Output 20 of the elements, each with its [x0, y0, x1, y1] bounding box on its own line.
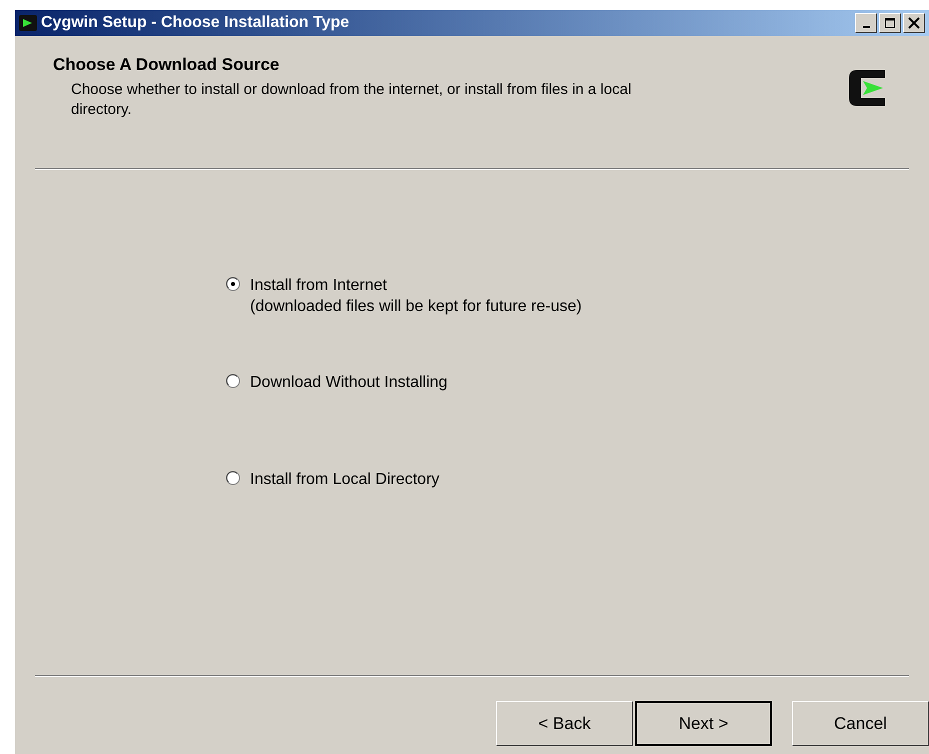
header-description: Choose whether to install or download from the internet, or install from files in a local directory.: [71, 80, 632, 120]
maximize-button[interactable]: [879, 13, 901, 33]
dialog-button[interactable]: Cancel: [792, 701, 929, 746]
minimize-button[interactable]: [855, 13, 877, 33]
minimize-icon: [862, 26, 870, 28]
option-label[interactable]: Install from Local Directory: [250, 469, 440, 490]
maximize-icon: [884, 17, 896, 29]
close-icon: [908, 17, 920, 29]
terminal-prompt-icon: [19, 15, 37, 31]
dialog-button[interactable]: Next >: [635, 701, 772, 746]
option-label[interactable]: Install from Internet: [250, 275, 582, 296]
close-button[interactable]: [903, 13, 925, 33]
dialog-button[interactable]: < Back: [496, 701, 633, 746]
radio-button[interactable]: [226, 471, 240, 485]
option-note: (downloaded files will be kept for future re-use): [250, 297, 582, 317]
window-title: Cygwin Setup - Choose Installation Type: [41, 13, 350, 33]
option-label[interactable]: Download Without Installing: [250, 372, 448, 393]
radio-button[interactable]: [226, 374, 240, 388]
radio-button[interactable]: [226, 277, 240, 291]
header-title: Choose A Download Source: [53, 54, 280, 76]
